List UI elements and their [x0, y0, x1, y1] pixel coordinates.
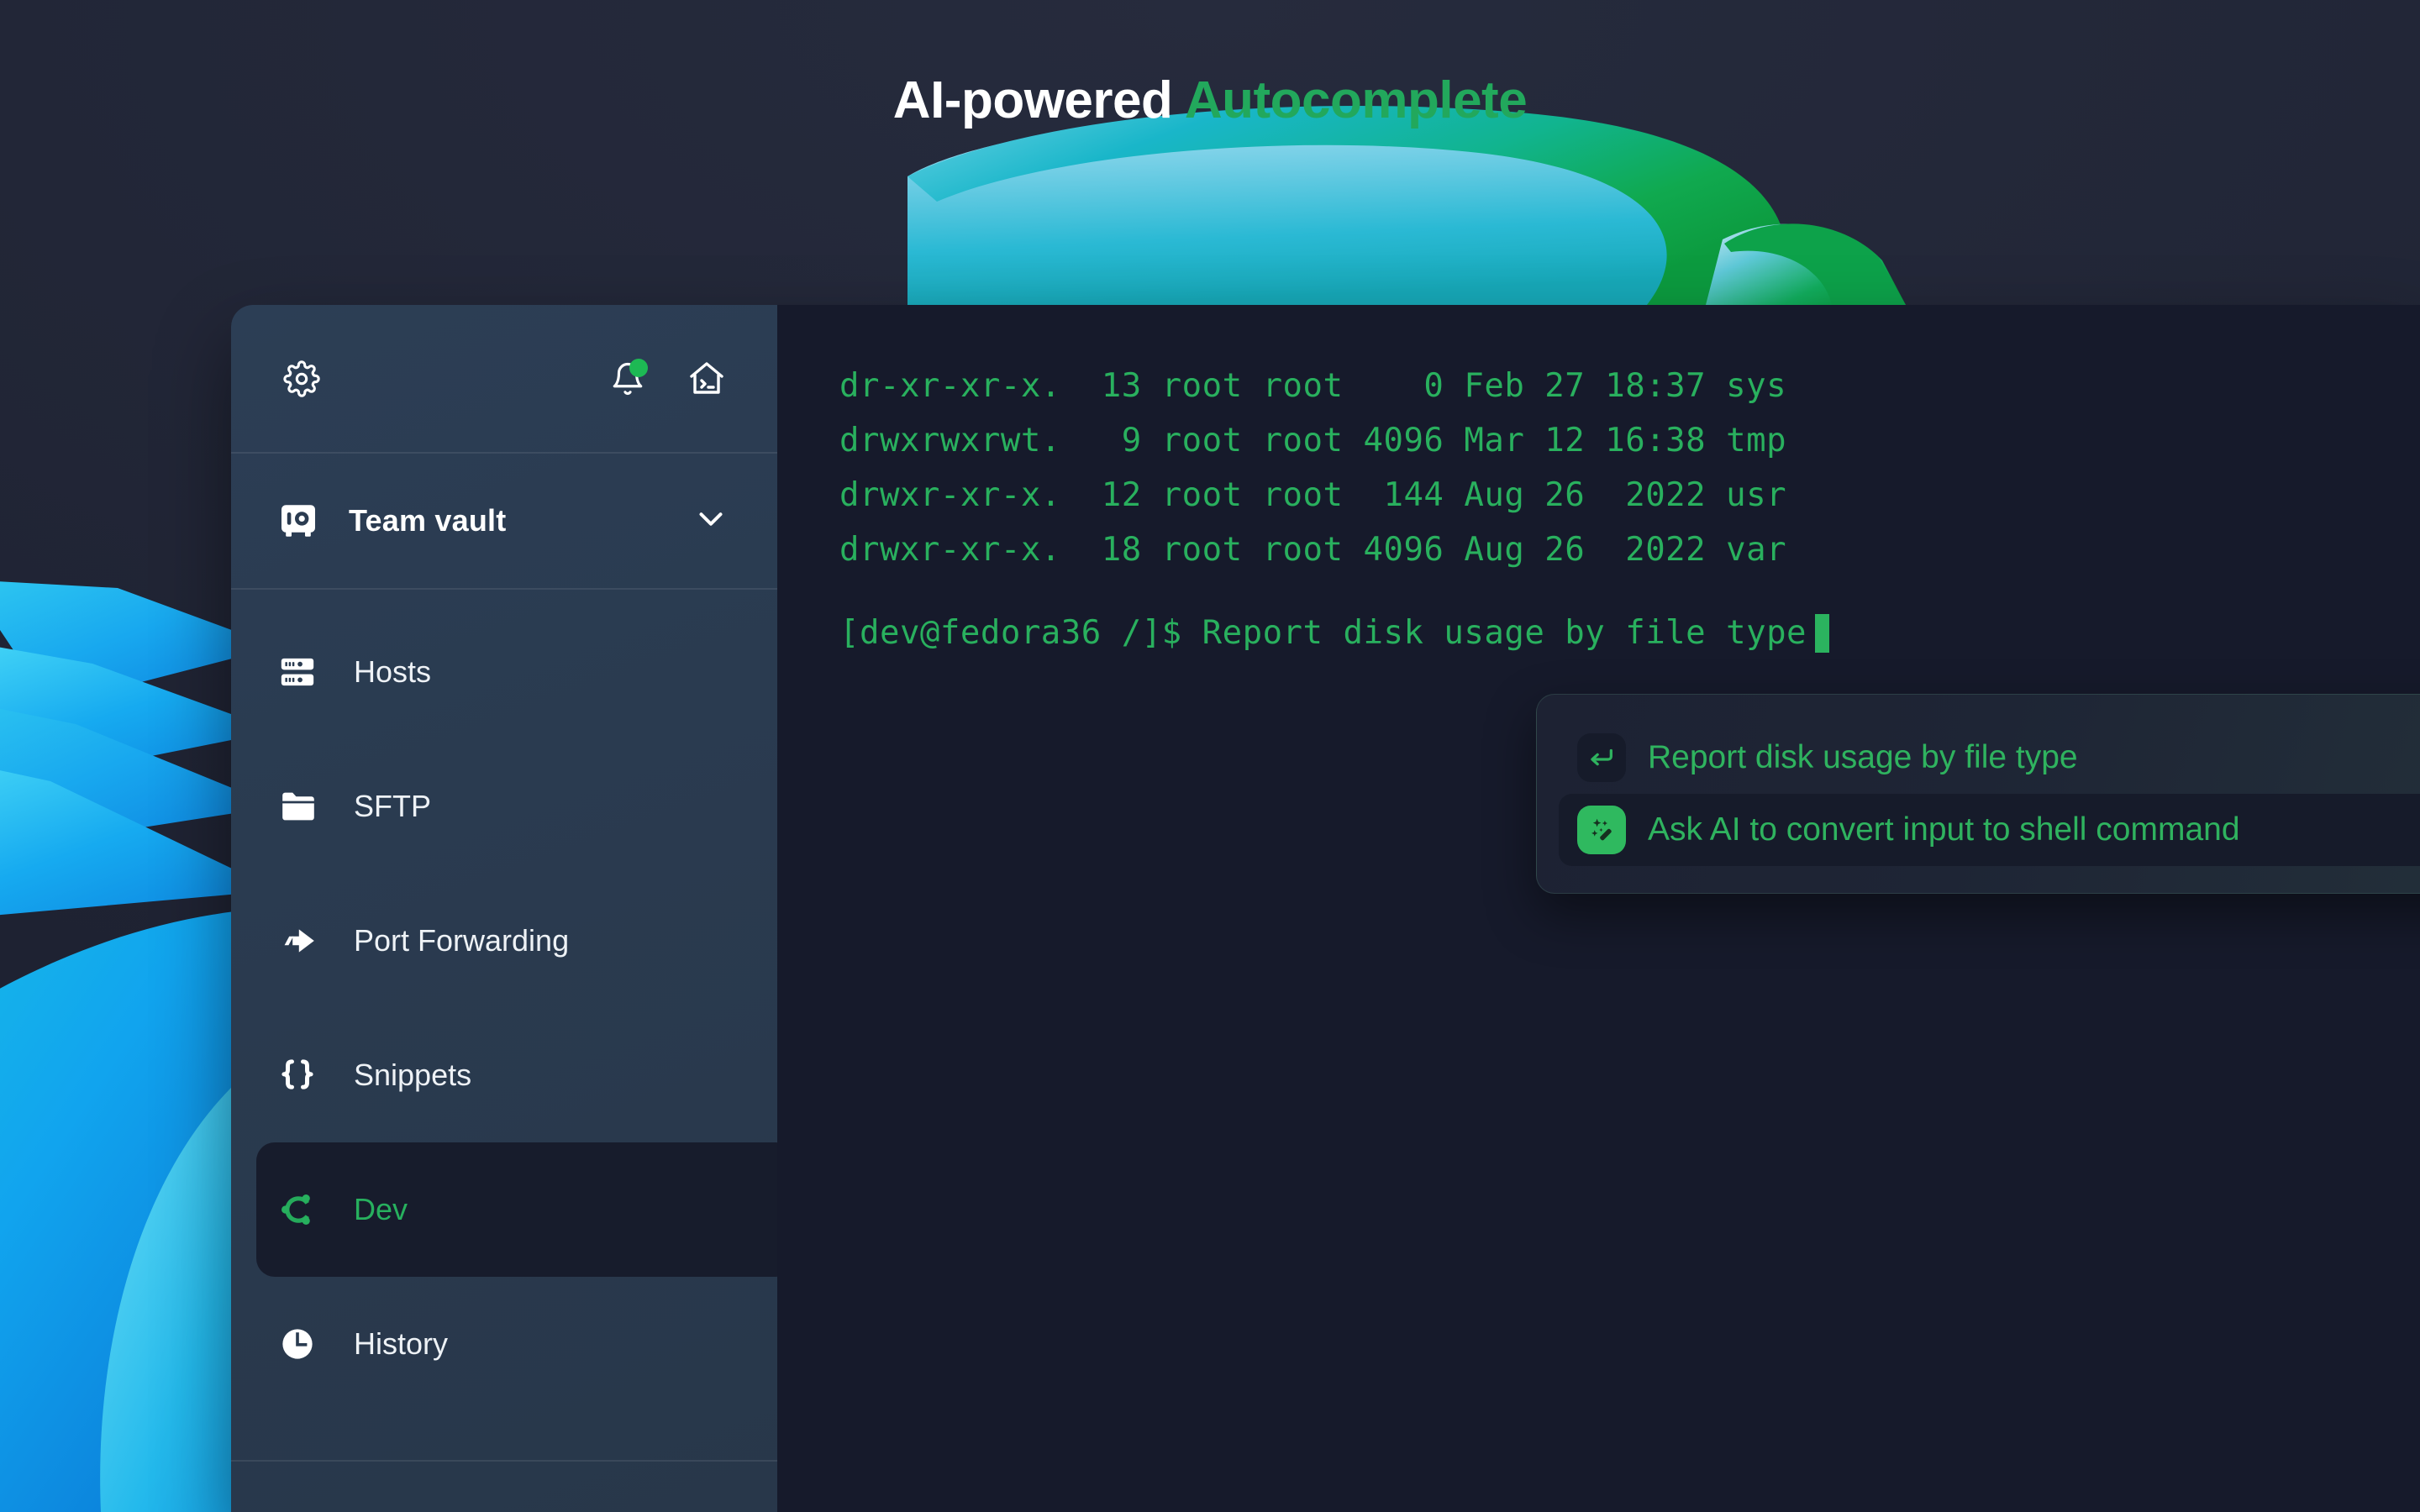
app-window: Team vault Hosts SFTP Port Forwarding Sn… [231, 305, 2420, 1512]
chevron-down-icon [699, 512, 723, 526]
server-rack-icon-wrapper [278, 653, 324, 691]
curly-braces-icon [281, 1059, 313, 1089]
enter-return-icon [1591, 748, 1612, 766]
enter-return-icon-wrapper [1577, 733, 1626, 782]
screenshot-root: AI-powered Autocomplete Team vault Hosts… [0, 0, 2420, 1512]
terminal-output-line: drwxr-xr-x. 18 root root 4096 Aug 26 202… [839, 531, 1787, 569]
magic-wand-icon-wrapper [1577, 806, 1626, 854]
forward-arrow-icon-wrapper [278, 921, 324, 961]
sidebar-item-label: History [354, 1326, 449, 1361]
settings-button[interactable] [280, 357, 324, 401]
terminal-prompt-line[interactable]: [dev@fedora36 /]$ Report disk usage by f… [839, 606, 2420, 660]
terminal-output-line: drwxrwxrwt. 9 root root 4096 Mar 12 16:3… [839, 422, 1787, 459]
home-terminal-button[interactable] [685, 357, 729, 401]
notification-badge [629, 358, 648, 377]
page-title: AI-powered Autocomplete [0, 71, 2420, 130]
sidebar-nav-list: Hosts SFTP Port Forwarding Snippets Dev … [231, 590, 794, 1411]
terminal-panel[interactable]: dr-xr-xr-x. 13 root root 0 Feb 27 18:37 … [777, 305, 2420, 1512]
sidebar-toolbar-right [606, 357, 729, 401]
sidebar-item-label: Dev [354, 1192, 408, 1226]
autocomplete-item-ask-ai[interactable]: Ask AI to convert input to shell command [1559, 794, 2420, 866]
page-title-prefix: AI-powered [892, 71, 1173, 129]
curly-braces-icon-wrapper [278, 1056, 324, 1095]
sidebar: Team vault Hosts SFTP Port Forwarding Sn… [231, 305, 794, 1512]
autocomplete-item-literal[interactable]: Report disk usage by file type [1559, 722, 2420, 794]
autocomplete-item-label: Report disk usage by file type [1648, 739, 2078, 775]
ubuntu-icon-wrapper [278, 1189, 324, 1230]
vault-icon [281, 505, 315, 537]
sidebar-item-label: Snippets [354, 1058, 472, 1092]
sidebar-item-sftp[interactable]: SFTP [231, 739, 777, 874]
folder-icon-wrapper [278, 786, 324, 827]
page-title-accent: Autocomplete [1184, 71, 1528, 129]
home-terminal-icon [690, 361, 723, 394]
folder-icon [282, 792, 314, 821]
gear-icon [283, 360, 320, 397]
magic-wand-icon [1591, 818, 1612, 841]
sidebar-item-snippets[interactable]: Snippets [231, 1008, 777, 1142]
terminal-caret [1815, 613, 1830, 653]
sidebar-item-dev[interactable]: Dev [256, 1142, 794, 1277]
forward-arrow-icon [284, 929, 314, 953]
team-vault-label: Team vault [349, 503, 507, 538]
ubuntu-icon [281, 1194, 310, 1225]
sidebar-item-hosts[interactable]: Hosts [231, 605, 777, 739]
terminal-output-line: drwxr-xr-x. 12 root root 144 Aug 26 2022… [839, 476, 1787, 514]
terminal-prompt: [dev@fedora36 /]$ [839, 614, 1202, 652]
terminal-output-line: dr-xr-xr-x. 13 root root 0 Feb 27 18:37 … [839, 367, 1787, 405]
autocomplete-popup: Report disk usage by file type Ask AI to… [1536, 694, 2420, 894]
clock-icon-wrapper [278, 1325, 324, 1363]
terminal-input-text: Report disk usage by file type [1202, 614, 1807, 652]
sidebar-divider-bottom [231, 1460, 777, 1462]
terminal-spacer [839, 577, 2420, 606]
sidebar-item-port-forwarding[interactable]: Port Forwarding [231, 874, 777, 1008]
clock-icon [282, 1329, 313, 1359]
sidebar-toolbar [231, 305, 777, 452]
notifications-button[interactable] [606, 357, 650, 401]
sidebar-item-label: SFTP [354, 789, 432, 823]
autocomplete-item-label: Ask AI to convert input to shell command [1648, 811, 2240, 848]
server-rack-icon [281, 658, 314, 686]
sidebar-item-label: Hosts [354, 654, 432, 689]
sidebar-item-history[interactable]: History [231, 1277, 777, 1411]
chevron-down-icon-wrapper[interactable] [692, 500, 730, 543]
team-vault-selector[interactable]: Team vault [231, 454, 777, 588]
sidebar-item-label: Port Forwarding [354, 923, 570, 958]
